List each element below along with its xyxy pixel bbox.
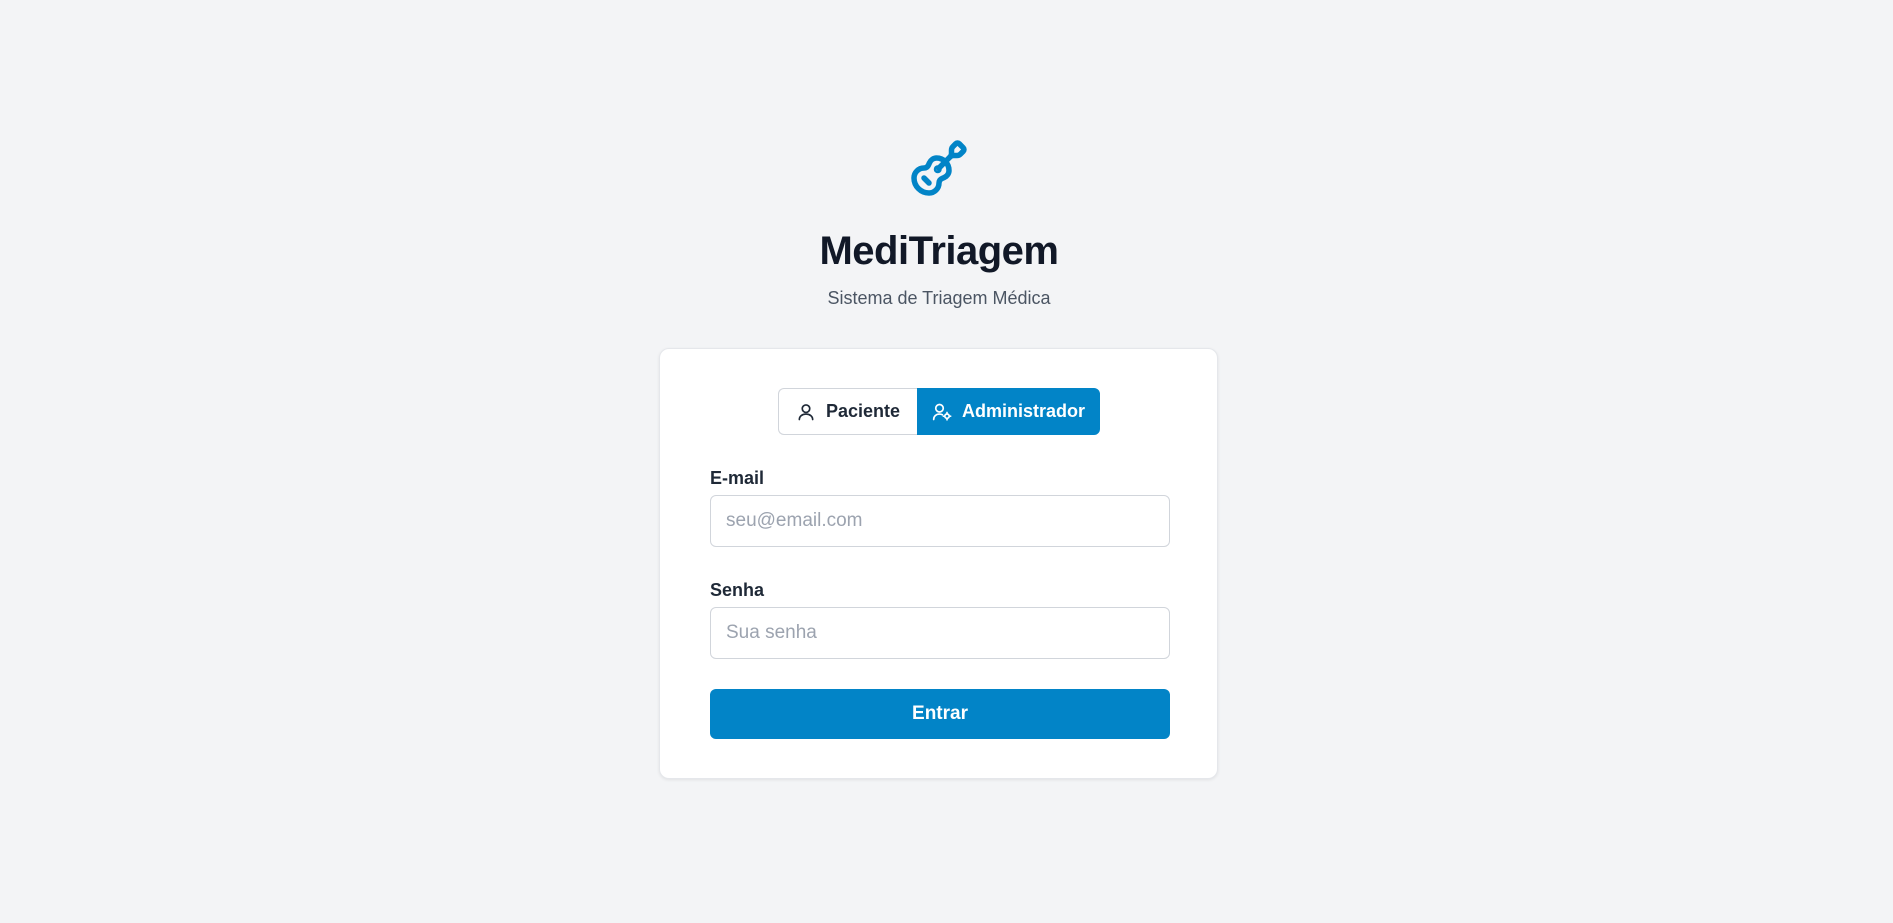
role-toggle: Paciente Administrador [778, 388, 1100, 435]
user-cog-icon [932, 402, 952, 422]
guitar-icon [909, 138, 969, 198]
login-card: Paciente Administrador E-mail Senha Entr… [659, 348, 1218, 779]
patient-role-button[interactable]: Paciente [778, 388, 917, 435]
admin-role-label: Administrador [961, 401, 1085, 421]
app-title: MediTriagem [819, 229, 1059, 273]
app-subtitle: Sistema de Triagem Médica [827, 288, 1051, 308]
user-icon [796, 402, 816, 422]
admin-role-button[interactable]: Administrador [917, 388, 1100, 435]
email-field[interactable] [710, 495, 1170, 547]
app-header: MediTriagem Sistema de Triagem Médica [0, 138, 1878, 309]
patient-role-label: Paciente [825, 401, 901, 421]
login-submit-button[interactable]: Entrar [710, 689, 1170, 739]
email-label: E-mail [710, 468, 765, 488]
password-field[interactable] [710, 607, 1170, 659]
password-label: Senha [710, 580, 765, 600]
